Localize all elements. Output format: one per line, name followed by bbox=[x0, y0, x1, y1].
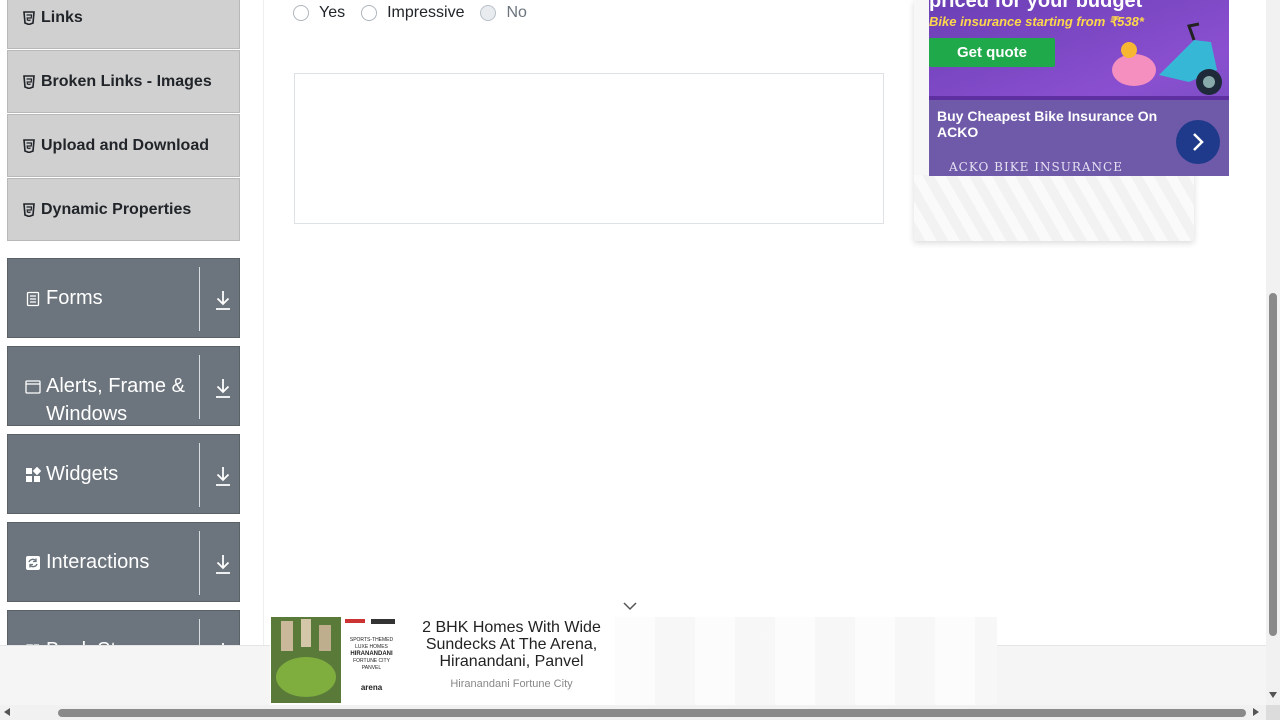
thumb-text-6: arena bbox=[360, 683, 383, 692]
download-icon[interactable] bbox=[214, 465, 232, 487]
sidebar-item-label: Dynamic Properties bbox=[41, 200, 192, 218]
sidebar-group-interactions[interactable]: Interactions bbox=[7, 522, 240, 602]
download-icon[interactable] bbox=[214, 377, 232, 399]
radio-label-no: No bbox=[506, 4, 527, 21]
divider bbox=[199, 355, 200, 419]
radio-impressive[interactable] bbox=[361, 5, 378, 21]
sidebar-group-label: Alerts, Frame & Windows bbox=[46, 375, 185, 425]
sidebar-item-label: Broken Links - Images bbox=[41, 72, 212, 90]
sidebar-item-links[interactable]: Links bbox=[7, 0, 240, 49]
ad-headline: priced for your budget bbox=[929, 0, 1143, 12]
html5-icon bbox=[22, 138, 36, 153]
sidebar-item-upload-download[interactable]: Upload and Download bbox=[7, 114, 240, 177]
ad-pattern bbox=[914, 175, 1194, 241]
side-ad-banner[interactable]: priced for your budget Bike insurance st… bbox=[929, 0, 1229, 176]
ad-brand: ACKO BIKE INSURANCE bbox=[949, 160, 1123, 174]
horizontal-scrollbar[interactable] bbox=[0, 705, 1266, 720]
document-icon bbox=[26, 291, 40, 307]
ad-arrow-button[interactable] bbox=[1176, 120, 1220, 164]
thumb-text-5: PANVEL bbox=[361, 665, 382, 671]
thumb-text-4: FORTUNE CITY bbox=[353, 658, 390, 664]
ad-thumbnail[interactable]: SPORTS-THEMED LUXE HOMES HIRANANDANI FOR… bbox=[271, 617, 400, 703]
sidebar-item-dynamic-properties[interactable]: Dynamic Properties bbox=[7, 178, 240, 241]
refresh-icon bbox=[26, 556, 40, 570]
grid-icon bbox=[26, 467, 41, 482]
divider bbox=[199, 267, 200, 331]
divider bbox=[199, 443, 200, 507]
get-quote-button[interactable]: Get quote bbox=[929, 38, 1055, 67]
bottom-ad-brand: Hiranandani Fortune City bbox=[450, 678, 573, 690]
divider bbox=[199, 531, 200, 595]
radio-label-impressive[interactable]: Impressive bbox=[387, 4, 464, 22]
thumb-text-1: SPORTS-THEMED bbox=[349, 637, 394, 643]
sidebar-group-widgets[interactable]: Widgets bbox=[7, 434, 240, 514]
chevron-right-icon bbox=[1193, 133, 1204, 151]
bottom-ad-faded-area bbox=[615, 617, 997, 705]
output-box bbox=[294, 73, 884, 224]
sidebar-group-alerts[interactable]: Alerts, Frame & Windows bbox=[7, 346, 240, 426]
sidebar-group-label: Forms bbox=[46, 287, 103, 309]
html5-icon bbox=[22, 74, 36, 89]
scroll-left-arrow-icon[interactable] bbox=[4, 708, 10, 716]
thumb-text-3: HIRANANDANI bbox=[350, 651, 393, 657]
vertical-scrollbar[interactable] bbox=[1266, 0, 1280, 705]
sidebar-item-label: Upload and Download bbox=[41, 136, 209, 154]
vertical-scroll-thumb[interactable] bbox=[1269, 293, 1277, 636]
thumb-text-2: LUXE HOMES bbox=[355, 644, 388, 650]
radio-no bbox=[480, 5, 497, 21]
html5-icon bbox=[22, 202, 36, 217]
ad-title[interactable]: Buy Cheapest Bike Insurance On ACKO bbox=[937, 108, 1162, 140]
window-icon bbox=[25, 380, 41, 394]
chevron-down-icon[interactable] bbox=[622, 600, 638, 612]
sidebar-group-forms[interactable]: Forms bbox=[7, 258, 240, 338]
radio-label-yes[interactable]: Yes bbox=[319, 4, 345, 22]
download-icon[interactable] bbox=[214, 553, 232, 575]
html5-icon bbox=[22, 10, 36, 25]
sidebar-group-label: Interactions bbox=[46, 551, 150, 573]
scrollbar-corner bbox=[1266, 705, 1280, 720]
radio-group: Yes Impressive No bbox=[293, 2, 543, 24]
scooter-icon bbox=[1112, 22, 1222, 95]
radio-yes[interactable] bbox=[293, 5, 309, 21]
sidebar: Links Broken Links - Images Upload and D… bbox=[0, 0, 264, 720]
sidebar-group-label: Widgets bbox=[46, 463, 119, 485]
download-icon[interactable] bbox=[214, 289, 232, 311]
horizontal-scroll-thumb[interactable] bbox=[58, 709, 1246, 717]
bottom-ad[interactable]: SPORTS-THEMED LUXE HOMES HIRANANDANI FOR… bbox=[270, 617, 997, 705]
bottom-ad-title[interactable]: 2 BHK Homes With Wide Sundecks At The Ar… bbox=[410, 619, 613, 670]
scroll-right-arrow-icon[interactable] bbox=[1253, 708, 1259, 716]
sidebar-item-label: Links bbox=[41, 8, 83, 26]
scroll-down-arrow-icon[interactable] bbox=[1269, 692, 1277, 698]
sidebar-item-broken-links[interactable]: Broken Links - Images bbox=[7, 50, 240, 113]
